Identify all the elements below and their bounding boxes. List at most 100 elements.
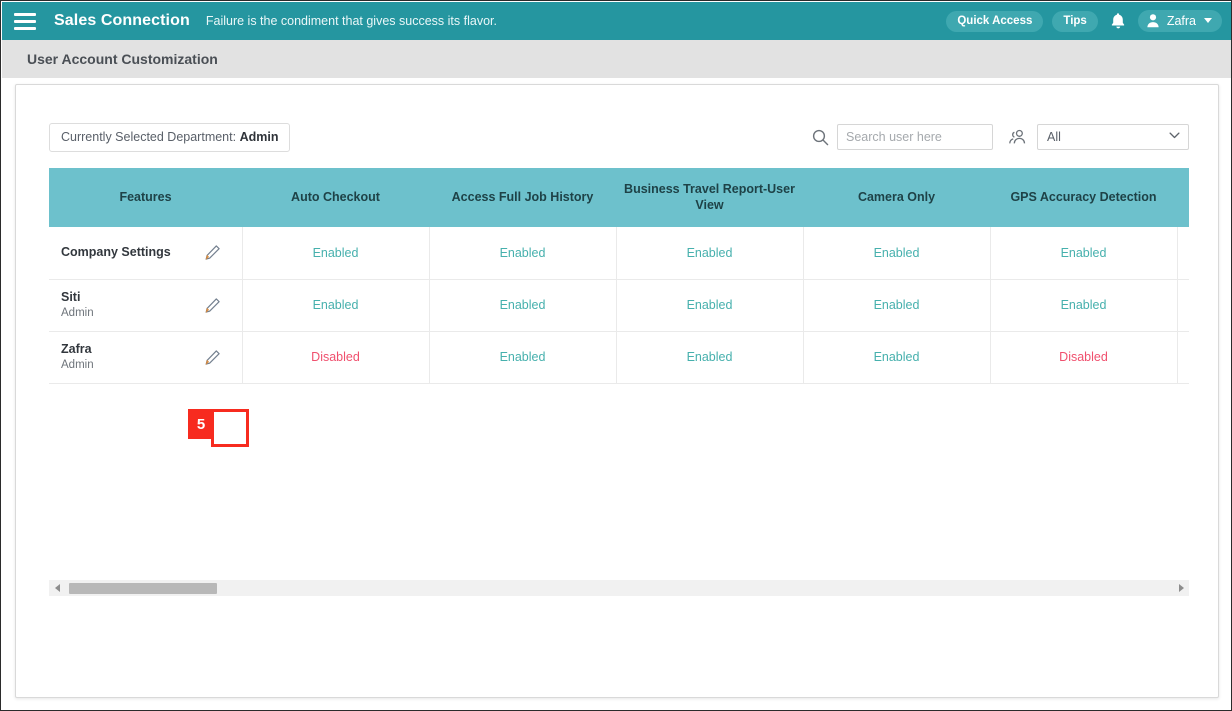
cell-auto-checkout: Disabled bbox=[242, 331, 430, 384]
top-nav-actions: Quick Access Tips Zafra bbox=[946, 10, 1222, 32]
status-value: Enabled bbox=[873, 245, 920, 260]
row-user-name: Company Settings bbox=[61, 245, 171, 260]
cell-gps-accuracy-detection: Enabled bbox=[990, 279, 1178, 332]
app-brand-title: Sales Connection bbox=[54, 12, 190, 29]
hamburger-bar bbox=[14, 19, 36, 23]
cell-access-full-job-history: Enabled bbox=[429, 279, 617, 332]
row-name-wrapper: Company Settings bbox=[61, 240, 242, 266]
scrollbar-thumb[interactable] bbox=[69, 583, 217, 594]
cell-overflow bbox=[1177, 227, 1189, 280]
notification-bell-icon[interactable] bbox=[1107, 10, 1129, 32]
user-avatar-icon bbox=[1146, 13, 1160, 28]
cell-business-travel-report: Enabled bbox=[616, 331, 804, 384]
status-value: Enabled bbox=[1060, 298, 1107, 312]
top-navigation-bar: Sales Connection Failure is the condimen… bbox=[2, 2, 1231, 40]
search-icon[interactable] bbox=[807, 126, 833, 148]
row-user-name: Siti bbox=[61, 290, 81, 305]
cell-auto-checkout: Enabled bbox=[242, 227, 430, 280]
status-value: Enabled bbox=[873, 350, 920, 364]
horizontal-scrollbar[interactable] bbox=[49, 580, 1189, 596]
triangle-right bbox=[1178, 584, 1184, 592]
cell-camera-only: Enabled bbox=[803, 279, 991, 332]
column-header-auto-checkout: Auto Checkout bbox=[242, 168, 429, 227]
status-value: Disabled bbox=[311, 350, 360, 364]
cell-overflow bbox=[1177, 279, 1189, 332]
cell-access-full-job-history: Enabled bbox=[429, 331, 617, 384]
column-header-access-full-job-history: Access Full Job History bbox=[429, 168, 616, 227]
cell-overflow bbox=[1177, 331, 1189, 384]
page-title-bar: User Account Customization bbox=[2, 40, 1231, 78]
column-header-business-travel-report-user-view: Business Travel Report-User View bbox=[616, 168, 803, 227]
table-row: Siti Admin Enabled Enabled Enabled Enabl… bbox=[49, 279, 1189, 332]
status-value: Enabled bbox=[312, 245, 359, 260]
row-name-cell: Zafra Admin bbox=[49, 331, 243, 384]
cell-gps-accuracy-detection: Disabled bbox=[990, 331, 1178, 384]
hamburger-bar bbox=[14, 26, 36, 30]
cell-business-travel-report: Enabled bbox=[616, 279, 804, 332]
column-header-features: Features bbox=[49, 168, 242, 227]
features-table-container: Features Auto Checkout Access Full Job H… bbox=[49, 168, 1189, 520]
tips-button[interactable]: Tips bbox=[1052, 10, 1098, 32]
department-filter-value[interactable]: All bbox=[1037, 124, 1189, 150]
application-window: Sales Connection Failure is the condimen… bbox=[0, 0, 1232, 711]
row-user-name: Zafra bbox=[61, 342, 92, 357]
row-name-cell: Siti Admin bbox=[49, 279, 243, 332]
row-name-text: Zafra Admin bbox=[61, 341, 94, 373]
department-filter-select[interactable]: All bbox=[1037, 124, 1189, 150]
cell-access-full-job-history: Enabled bbox=[429, 227, 617, 280]
column-header-gps-accuracy-detection: GPS Accuracy Detection bbox=[990, 168, 1177, 227]
status-value: Enabled bbox=[686, 350, 733, 364]
scroll-left-arrow-icon[interactable] bbox=[49, 580, 65, 596]
cell-auto-checkout: Enabled bbox=[242, 279, 430, 332]
row-name-wrapper: Zafra Admin bbox=[61, 341, 242, 373]
people-group-icon[interactable] bbox=[1001, 126, 1033, 148]
user-menu-name: Zafra bbox=[1166, 13, 1196, 28]
cell-camera-only: Enabled bbox=[803, 227, 991, 280]
status-value: Enabled bbox=[499, 245, 546, 260]
toolbar-search-group: All bbox=[807, 124, 1189, 150]
department-value: Admin bbox=[239, 129, 279, 144]
row-name-text: Company Settings bbox=[61, 244, 171, 261]
table-row: Zafra Admin Disabled Enabled Enabled Ena… bbox=[49, 331, 1189, 384]
status-value: Enabled bbox=[873, 298, 920, 312]
content-panel: Currently Selected Department: Admin Sea… bbox=[15, 84, 1219, 698]
status-value: Enabled bbox=[312, 298, 359, 312]
status-value: Enabled bbox=[686, 298, 733, 312]
table-header-row: Features Auto Checkout Access Full Job H… bbox=[49, 168, 1189, 227]
chevron-down-icon bbox=[1169, 132, 1180, 139]
status-value: Enabled bbox=[686, 245, 733, 260]
edit-pencil-icon[interactable] bbox=[200, 344, 226, 370]
row-name-wrapper: Siti Admin bbox=[61, 289, 242, 321]
search-input[interactable] bbox=[837, 124, 993, 150]
annotation-step-badge: 5 bbox=[188, 409, 214, 439]
features-table: Features Auto Checkout Access Full Job H… bbox=[49, 168, 1189, 384]
table-row: Company Settings Enabled Enabled Enabled… bbox=[49, 227, 1189, 280]
status-value: Enabled bbox=[499, 350, 546, 364]
edit-pencil-icon[interactable] bbox=[200, 292, 226, 318]
hamburger-bar bbox=[14, 12, 36, 16]
cell-business-travel-report: Enabled bbox=[616, 227, 804, 280]
table-toolbar: Currently Selected Department: Admin Sea… bbox=[49, 122, 1189, 152]
row-name-cell: Company Settings bbox=[49, 227, 243, 280]
cell-camera-only: Enabled bbox=[803, 331, 991, 384]
page-title: User Account Customization bbox=[27, 51, 218, 67]
status-value: Enabled bbox=[499, 298, 546, 312]
triangle-left bbox=[54, 584, 60, 592]
scroll-right-arrow-icon[interactable] bbox=[1173, 580, 1189, 596]
hamburger-menu-icon[interactable] bbox=[14, 12, 36, 30]
row-user-role: Admin bbox=[61, 306, 94, 319]
user-menu-button[interactable]: Zafra bbox=[1137, 10, 1222, 32]
selected-department-chip: Currently Selected Department: Admin bbox=[49, 122, 291, 152]
column-header-overflow bbox=[1177, 168, 1189, 227]
row-user-role: Admin bbox=[61, 358, 94, 371]
quick-access-button[interactable]: Quick Access bbox=[946, 10, 1044, 32]
scrollbar-track[interactable] bbox=[65, 580, 1173, 596]
edit-pencil-icon[interactable] bbox=[200, 240, 226, 266]
status-value: Enabled bbox=[1060, 245, 1107, 260]
cell-gps-accuracy-detection: Enabled bbox=[990, 227, 1178, 280]
app-tagline: Failure is the condiment that gives succ… bbox=[205, 14, 497, 28]
department-label: Currently Selected Department: bbox=[61, 129, 240, 144]
column-header-camera-only: Camera Only bbox=[803, 168, 990, 227]
chevron-down-icon bbox=[1204, 18, 1212, 23]
status-value: Disabled bbox=[1059, 350, 1108, 364]
